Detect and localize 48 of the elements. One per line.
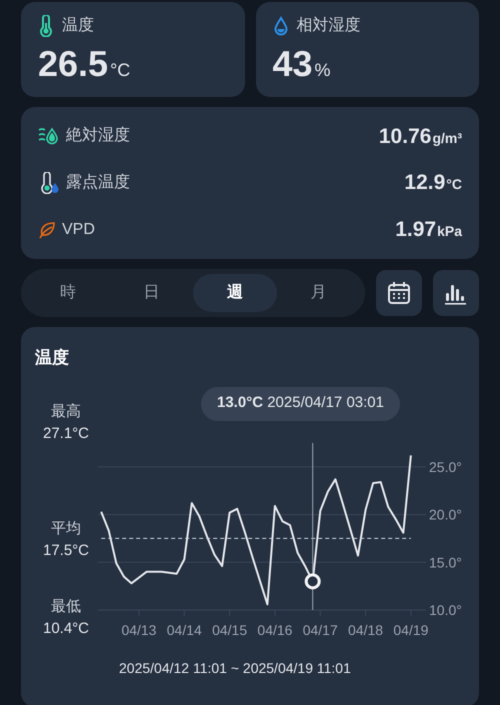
metric-value: 26.5 (38, 46, 108, 82)
bar-chart-button[interactable] (433, 270, 479, 316)
stat-label: 最高 (51, 402, 81, 422)
metric-unit: °C (110, 59, 130, 82)
period-tab[interactable]: 月 (276, 274, 360, 312)
y-tick-label: 10.0° (429, 602, 462, 618)
leaf-icon (38, 220, 56, 240)
x-tick-label: 04/19 (393, 622, 428, 638)
metric-value: 12.9 (404, 170, 446, 196)
period-tab[interactable]: 時 (26, 274, 110, 312)
metric-unit: kPa (437, 222, 462, 241)
x-tick-label: 04/17 (302, 622, 338, 638)
stat-value: 27.1°C (42, 424, 90, 444)
tooltip: 13.0°C 2025/04/17 03:01 (201, 386, 400, 420)
x-tick-label: 04/13 (121, 622, 156, 638)
metric-label: 相対湿度 (296, 16, 360, 36)
metric-unit: °C (446, 175, 462, 194)
x-tick-label: 04/14 (166, 622, 202, 638)
waves-drop-icon (38, 126, 60, 146)
metric-value: 1.97 (395, 216, 436, 243)
date-range: 2025/04/12 11:01 ~ 2025/04/19 11:01 (118, 658, 352, 678)
chart-title: 温度 (35, 347, 70, 369)
calendar-icon (386, 280, 412, 306)
period-tab[interactable]: 日 (110, 274, 193, 312)
thermometer-drop-icon (38, 172, 60, 194)
y-tick-label: 25.0° (429, 458, 462, 474)
y-tick-label: 15.0° (429, 554, 462, 570)
x-tick-label: 04/15 (212, 622, 248, 638)
period-tab[interactable]: 週 (193, 274, 276, 312)
x-tick-label: 04/16 (257, 622, 292, 638)
selected-point[interactable] (304, 572, 321, 589)
thermometer-icon (38, 15, 54, 37)
stat-label: 平均 (51, 518, 81, 538)
metric-value: 10.76 (378, 124, 432, 150)
metric-unit: g/m³ (432, 128, 462, 148)
metric-label: 露点温度 (66, 172, 130, 193)
stat-label: 最低 (51, 596, 81, 616)
calendar-button[interactable] (376, 270, 422, 316)
stat-value: 17.5°C (42, 540, 90, 560)
metric-label: 温度 (62, 16, 94, 36)
y-tick-label: 20.0° (429, 506, 462, 522)
metric-value: 43 (272, 46, 313, 82)
metric-label: VPD (62, 220, 95, 240)
metric-unit: % (314, 59, 331, 82)
x-tick-label: 04/18 (348, 622, 384, 638)
metric-label: 絶対湿度 (66, 126, 130, 146)
stat-value: 10.4°C (42, 618, 90, 638)
water-drop-icon (272, 16, 288, 36)
